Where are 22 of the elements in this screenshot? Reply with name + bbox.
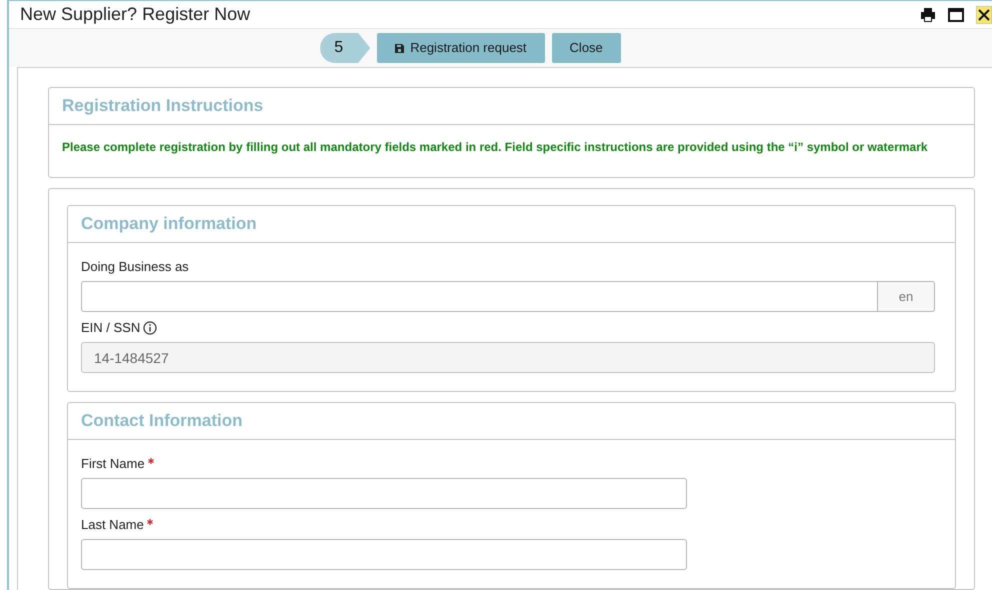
text-field[interactable] (81, 478, 687, 509)
print-icon[interactable] (920, 8, 936, 22)
section-title: Contact Information (81, 410, 242, 432)
text-field[interactable] (81, 281, 878, 312)
info-icon[interactable] (143, 321, 158, 335)
window-title: New Supplier? Register Now (20, 3, 250, 26)
readonly-field[interactable]: 14-1484527 (81, 342, 935, 373)
save-button[interactable]: Registration request (377, 33, 545, 63)
instructions-text: Please complete registration by filling out all mandatory fields marked in red. Field specific instructions are provided using the “i” symbol or watermark (61, 139, 929, 156)
step-badge: 5 (320, 33, 370, 63)
field-label: Doing Business as (81, 258, 189, 276)
field-label: EIN / SSN (81, 319, 140, 338)
panel-title: Registration Instructions (62, 95, 264, 118)
close-button[interactable]: Close (552, 33, 621, 63)
save-icon (395, 44, 404, 52)
field-label: First Name (81, 455, 145, 474)
language-addon: en (878, 281, 935, 312)
maximize-icon[interactable] (948, 8, 964, 22)
text-field[interactable] (81, 539, 687, 570)
field-label: Last Name (81, 516, 144, 534)
section-title: Company information (81, 213, 257, 236)
close-icon[interactable] (976, 6, 992, 24)
